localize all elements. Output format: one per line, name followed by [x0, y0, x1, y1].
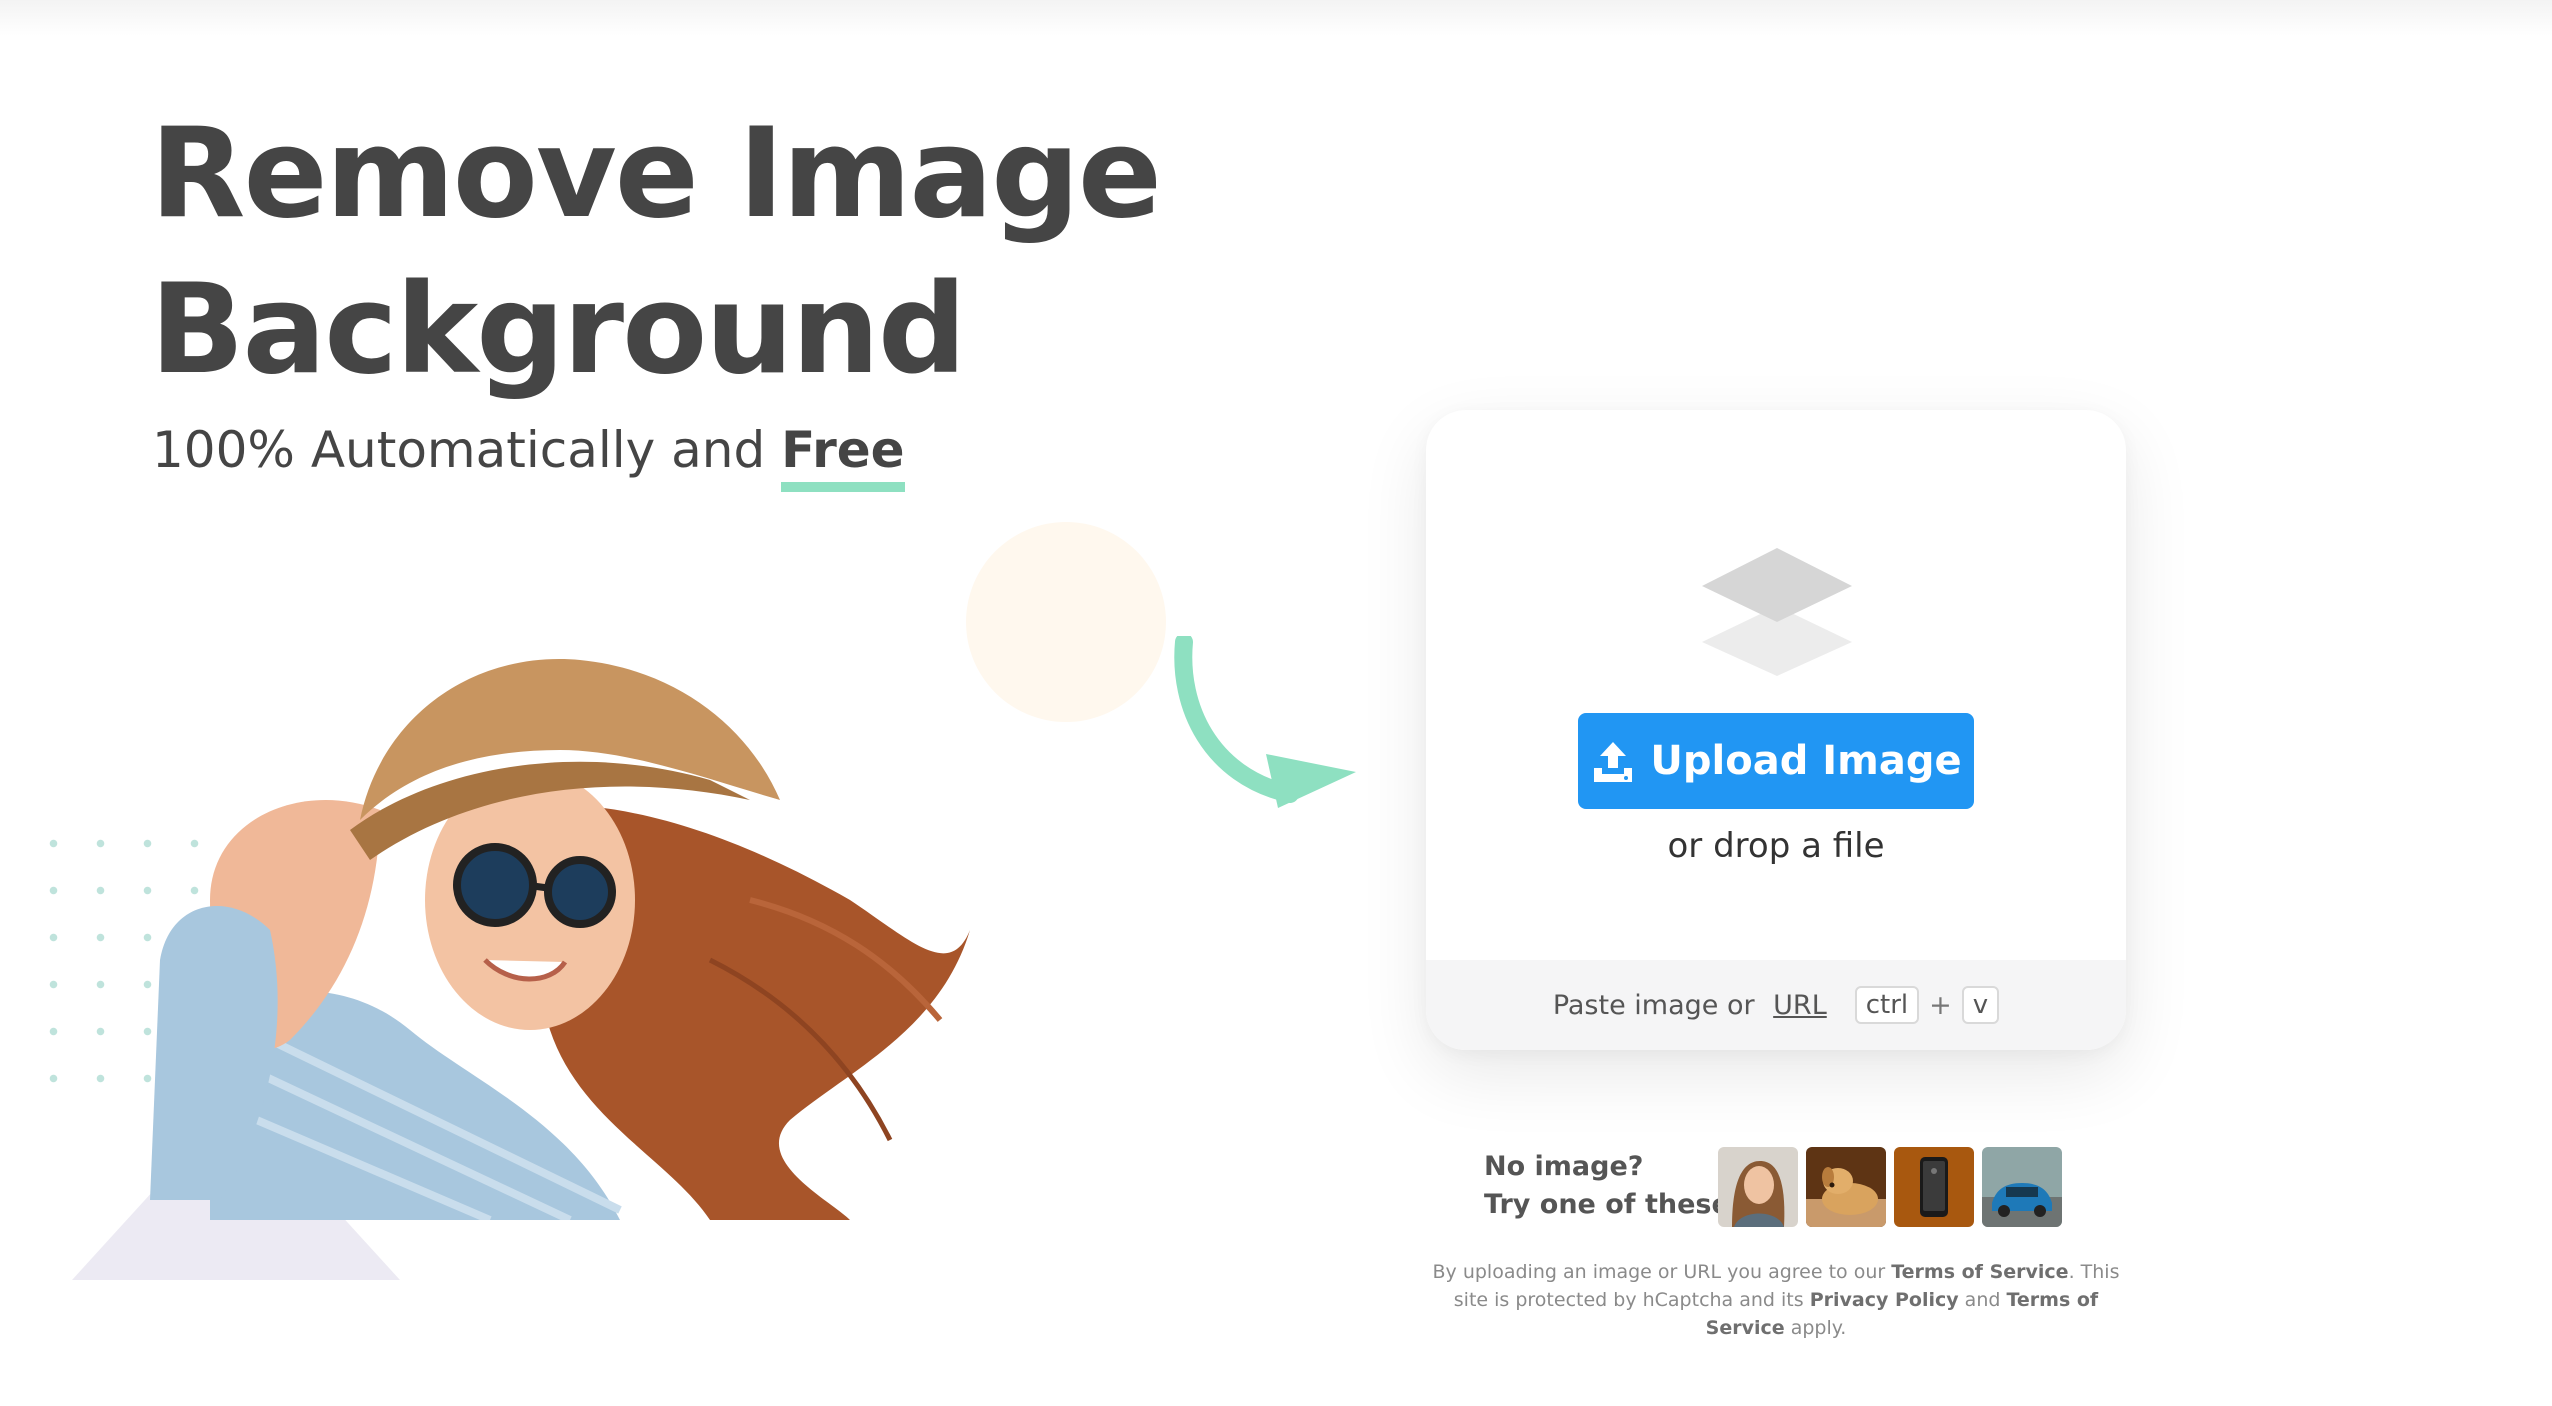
layers-icon	[1702, 548, 1852, 676]
top-fade	[0, 0, 2552, 36]
smartphone-thumbnail	[1894, 1147, 1974, 1227]
sample-thumb-phone[interactable]	[1894, 1147, 1974, 1227]
woman-with-hat-photo	[150, 659, 970, 1220]
ctrl-key: ctrl	[1854, 986, 1920, 1024]
woman-portrait-thumbnail	[1718, 1147, 1798, 1227]
samples-label-line2: Try one of these:	[1484, 1189, 1741, 1220]
subtitle-highlight: Free	[781, 414, 906, 492]
privacy-policy-link[interactable]: Privacy Policy	[1810, 1289, 1959, 1311]
v-key: v	[1961, 986, 2000, 1024]
upload-icon	[1594, 742, 1633, 782]
drop-file-text: or drop a file	[1667, 826, 1885, 866]
upload-button-label: Upload Image	[1650, 738, 1962, 784]
title-line-2: Background	[150, 258, 967, 402]
samples-label: No image? Try one of these:	[1484, 1148, 1741, 1224]
blue-car-thumbnail	[1982, 1147, 2062, 1227]
circle-decoration	[966, 522, 1166, 722]
paste-url-link[interactable]: URL	[1773, 990, 1827, 1021]
shortcut-plus: +	[1929, 989, 1952, 1021]
paste-bar: Paste image or URL ctrl + v	[1426, 960, 2126, 1050]
sample-thumb-dog[interactable]	[1806, 1147, 1886, 1227]
page-title: Remove Image Background	[150, 96, 1250, 408]
paste-text: Paste image or	[1552, 989, 1764, 1021]
legal-text-4: apply.	[1784, 1317, 1847, 1339]
terms-of-service-link[interactable]: Terms of Service	[1891, 1261, 2068, 1283]
curved-arrow-icon	[1174, 636, 1356, 808]
upload-card[interactable]: Upload Image or drop a file Paste image …	[1426, 410, 2126, 1050]
subtitle-prefix: 100% Automatically and	[152, 421, 782, 479]
legal-text-3: and	[1958, 1289, 2007, 1311]
upload-image-button[interactable]: Upload Image	[1578, 713, 1974, 809]
page: Remove Image Background 100% Automatical…	[0, 0, 2552, 1406]
legal-text-1: By uploading an image or URL you agree t…	[1432, 1261, 1892, 1283]
hero-subtitle: 100% Automatically and Free	[152, 414, 906, 492]
legal-notice: By uploading an image or URL you agree t…	[1426, 1258, 2126, 1342]
sample-thumb-woman[interactable]	[1718, 1147, 1798, 1227]
samples-label-line1: No image?	[1484, 1151, 1644, 1182]
title-line-1: Remove Image	[150, 102, 1162, 246]
sample-thumb-car[interactable]	[1982, 1147, 2062, 1227]
golden-retriever-thumbnail	[1806, 1147, 1886, 1227]
